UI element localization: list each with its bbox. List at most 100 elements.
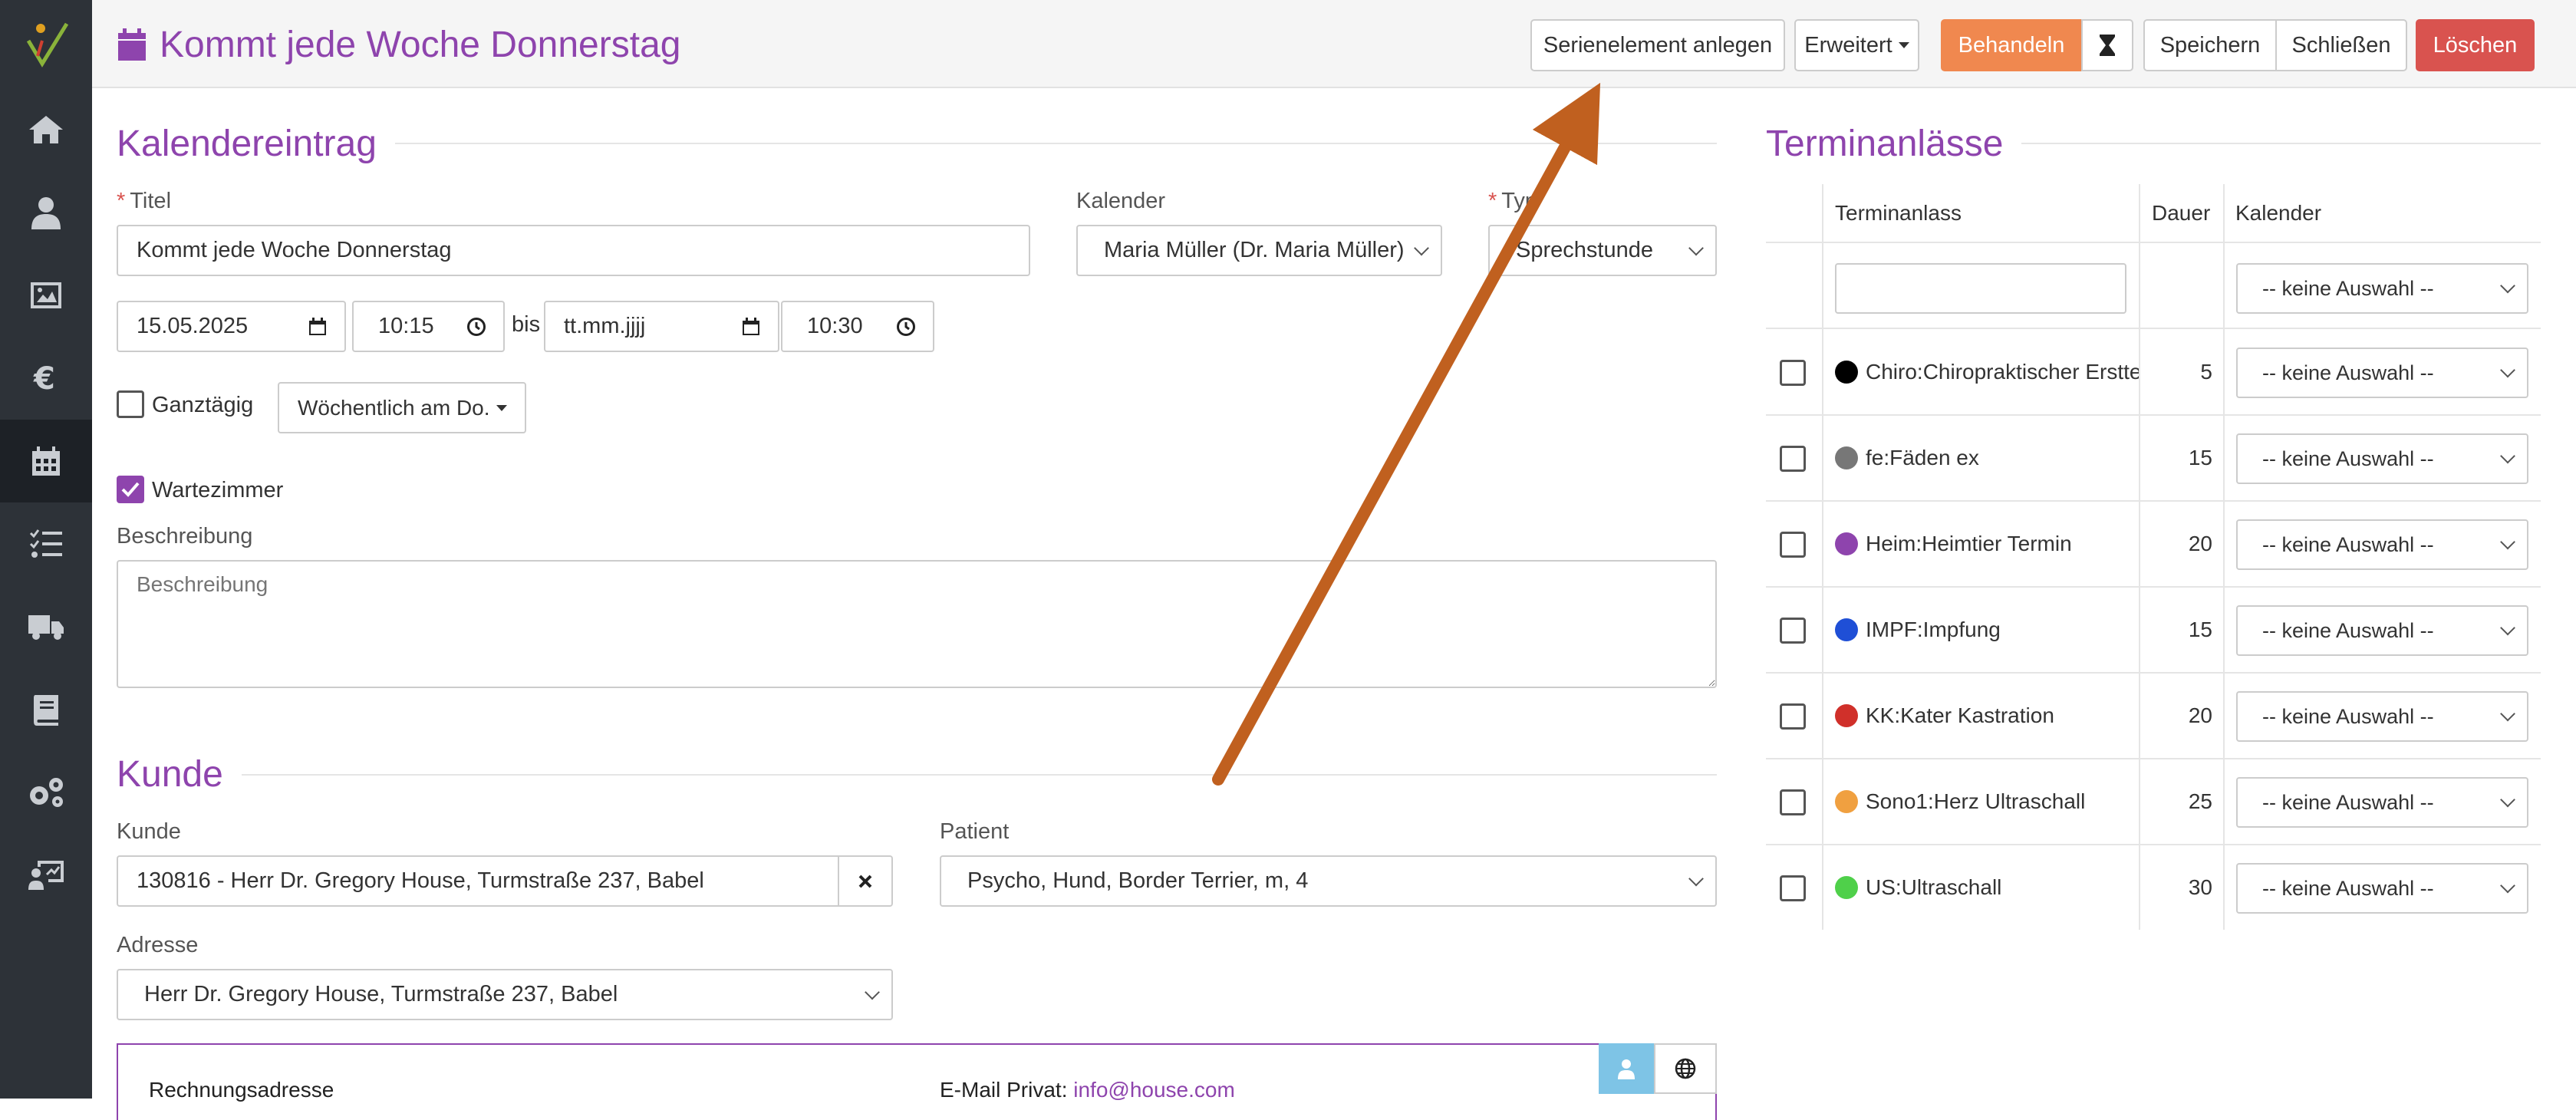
row-kalender-select[interactable]: -- keine Auswahl -- [2236, 777, 2528, 828]
table-divider [1766, 242, 2541, 243]
serienelement-button[interactable]: Serienelement anlegen [1530, 19, 1785, 71]
chevron-down-icon [2500, 278, 2515, 294]
users-icon[interactable] [0, 171, 92, 254]
behandeln-button[interactable]: Behandeln [1941, 19, 2082, 71]
row-checkbox[interactable] [1780, 446, 1806, 472]
color-dot [1835, 790, 1858, 813]
close-icon [858, 875, 872, 888]
wartezimmer-checkbox[interactable] [117, 476, 144, 503]
row-checkbox[interactable] [1780, 532, 1806, 558]
erweitert-dropdown[interactable]: Erweitert [1794, 19, 1919, 71]
typ-select-value: Sprechstunde [1516, 238, 1653, 262]
calendar-picker-icon [743, 317, 759, 335]
schliessen-button[interactable]: Schließen [2275, 19, 2407, 71]
section-title-kunde: Kunde [117, 753, 242, 796]
end-time-input[interactable]: 10:30 [781, 301, 934, 352]
color-dot [1835, 532, 1858, 555]
row-terminanlass: US:Ultraschall [1835, 875, 2139, 900]
truck-icon[interactable] [0, 585, 92, 668]
table-divider [1766, 672, 2541, 674]
adresse-select[interactable]: Herr Dr. Gregory House, Turmstraße 237, … [117, 969, 893, 1020]
wiederholung-dropdown[interactable]: Wöchentlich am Do. [278, 382, 526, 433]
kalender-filter-select[interactable]: -- keine Auswahl -- [2236, 263, 2528, 314]
loeschen-button[interactable]: Löschen [2416, 19, 2535, 71]
wartezimmer-label: Wartezimmer [152, 478, 284, 502]
row-kalender-select[interactable]: -- keine Auswahl -- [2236, 691, 2528, 742]
rechnungsadresse-panel [117, 1043, 1717, 1120]
ganztaegig-checkbox[interactable] [117, 390, 144, 418]
user-icon [1618, 1059, 1635, 1079]
speichern-button[interactable]: Speichern [2143, 19, 2277, 71]
calendar-icon[interactable] [0, 420, 92, 502]
table-divider [1766, 414, 2541, 416]
row-checkbox[interactable] [1780, 875, 1806, 901]
row-dauer: 20 [2188, 532, 2212, 555]
table-divider [1766, 500, 2541, 502]
column-header-terminanlass[interactable]: Terminanlass [1835, 201, 1962, 226]
row-checkbox[interactable] [1780, 360, 1806, 386]
typ-select[interactable]: Sprechstunde [1488, 225, 1717, 276]
table-column-divider [2223, 184, 2225, 930]
gears-icon[interactable] [0, 751, 92, 834]
hourglass-button[interactable] [2081, 19, 2133, 71]
kalender-select-value: Maria Müller (Dr. Maria Müller) [1104, 238, 1405, 262]
color-dot [1835, 446, 1858, 469]
chevron-down-icon [865, 984, 880, 1000]
hourglass-icon [2100, 35, 2115, 56]
row-checkbox[interactable] [1780, 789, 1806, 815]
patient-select[interactable]: Psycho, Hund, Border Terrier, m, 4 [940, 855, 1717, 907]
row-kalender-select[interactable]: -- keine Auswahl -- [2236, 348, 2528, 398]
row-terminanlass: KK:Kater Kastration [1835, 703, 2139, 728]
chart-user-icon[interactable] [0, 834, 92, 917]
row-kalender-select[interactable]: -- keine Auswahl -- [2236, 433, 2528, 484]
chevron-down-icon [2500, 706, 2515, 722]
row-terminanlass: Heim:Heimtier Termin [1835, 532, 2139, 556]
euro-icon[interactable]: € [0, 337, 92, 420]
column-header-dauer[interactable]: Dauer [2152, 201, 2210, 226]
caret-down-icon [496, 404, 507, 411]
titel-input[interactable]: Kommt jede Woche Donnerstag [117, 225, 1030, 276]
section-divider [117, 774, 1717, 776]
row-kalender-select[interactable]: -- keine Auswahl -- [2236, 605, 2528, 656]
table-divider [1766, 758, 2541, 759]
end-date-input[interactable]: tt.mm.jjjj [544, 301, 779, 352]
tasks-icon[interactable] [0, 502, 92, 585]
home-icon[interactable] [0, 88, 92, 171]
chevron-down-icon [2500, 362, 2515, 378]
section-title-kalendereintrag: Kalendereintrag [117, 123, 395, 165]
chevron-down-icon [2500, 448, 2515, 464]
table-column-divider [2139, 184, 2140, 930]
logo-icon[interactable] [0, 0, 92, 88]
row-kalender-select[interactable]: -- keine Auswahl -- [2236, 863, 2528, 914]
image-icon[interactable] [0, 254, 92, 337]
globe-toggle-button[interactable] [1654, 1043, 1717, 1094]
start-date-input[interactable]: 15.05.2025 [117, 301, 346, 352]
book-icon[interactable] [0, 668, 92, 751]
page-title-text: Kommt jede Woche Donnerstag [160, 24, 681, 65]
patient-label: Patient [940, 819, 1010, 844]
table-divider [1766, 328, 2541, 329]
row-kalender-select[interactable]: -- keine Auswahl -- [2236, 519, 2528, 570]
column-header-kalender[interactable]: Kalender [2235, 201, 2321, 226]
beschreibung-label: Beschreibung [117, 524, 253, 548]
calendar-picker-icon [309, 317, 326, 335]
row-dauer: 25 [2188, 789, 2212, 813]
clear-kunde-button[interactable] [838, 855, 893, 907]
row-checkbox[interactable] [1780, 703, 1806, 730]
person-toggle-button[interactable] [1599, 1043, 1654, 1094]
row-dauer: 5 [2200, 360, 2212, 384]
row-dauer: 15 [2188, 446, 2212, 469]
table-column-divider [1822, 184, 1823, 930]
chevron-down-icon [2500, 620, 2515, 636]
typ-label: * Typ [1488, 189, 1538, 213]
beschreibung-textarea[interactable] [117, 560, 1717, 688]
row-checkbox[interactable] [1780, 618, 1806, 644]
titel-label: * Titel [117, 189, 172, 213]
chevron-down-icon [1414, 240, 1429, 255]
email-link[interactable]: info@house.com [1073, 1078, 1235, 1102]
kunde-input[interactable]: 130816 - Herr Dr. Gregory House, Turmstr… [117, 855, 839, 907]
start-time-input[interactable]: 10:15 [352, 301, 505, 352]
kalender-select[interactable]: Maria Müller (Dr. Maria Müller) [1076, 225, 1442, 276]
terminanlass-filter-input[interactable] [1835, 263, 2126, 314]
svg-text:€: € [33, 363, 55, 394]
